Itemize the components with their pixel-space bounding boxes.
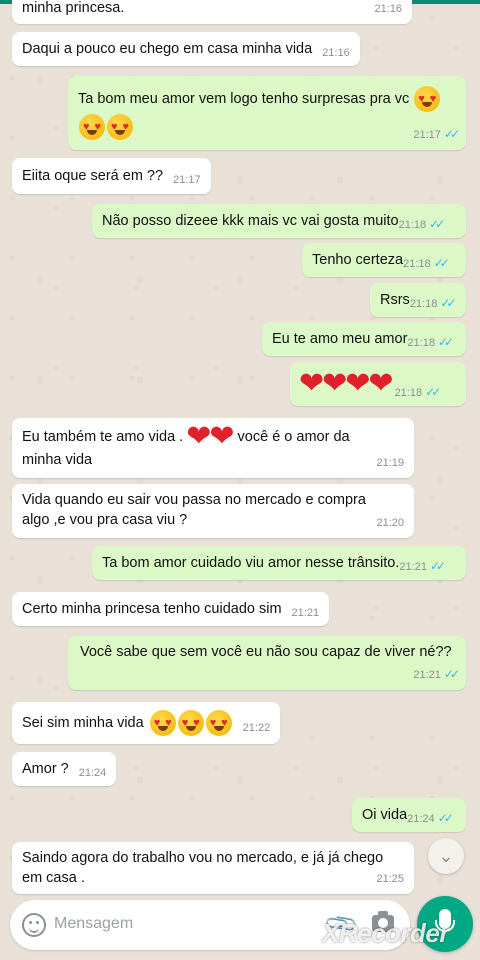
message-meta: 21:18 ✓✓ [398, 214, 446, 235]
message-meta: 21:18 ✓✓ [409, 293, 457, 314]
smiley-icon[interactable] [22, 913, 46, 937]
red-heart-emoji: ❤ [186, 420, 212, 453]
message-outgoing[interactable]: Rsrs 21:18 ✓✓ [370, 283, 466, 317]
message-meta: 21:18 ✓✓ [407, 332, 454, 353]
message-outgoing[interactable]: Tenho certeza 21:18 ✓✓ [302, 243, 466, 277]
message-time: 21:18 [394, 386, 423, 399]
double-check-icon: ✓✓ [437, 334, 454, 349]
message-text: Não posso dizeee kkk mais vc vai gosta m… [102, 213, 399, 229]
message-text-line2: em casa . [22, 870, 85, 886]
message-time: 21:22 [242, 722, 271, 734]
message-text: Tenho certeza [312, 252, 404, 268]
message-incoming[interactable]: Vida quando eu sair vou passa no mercado… [12, 484, 414, 538]
message-time: 21:18 [403, 257, 431, 270]
message-outgoing[interactable]: Ta bom amor cuidado viu amor nesse trâns… [92, 546, 466, 580]
message-time: 21:16 [322, 47, 350, 59]
message-text-continued: você é o amor da [237, 428, 350, 445]
red-heart-emoji: ❤ [368, 367, 394, 400]
double-check-icon: ✓✓ [443, 667, 460, 681]
red-heart-emoji: ❤ [209, 420, 235, 453]
message-text: Sei sim minha vida [22, 715, 144, 731]
message-incoming[interactable]: Sei sim minha vida 21:22 [12, 702, 281, 744]
double-check-icon: ✓✓ [429, 216, 445, 231]
message-text: Amor ? [22, 761, 69, 777]
heart-eyes-emoji [177, 710, 204, 736]
red-heart-emoji: ❤ [299, 367, 325, 400]
double-check-icon: ✓✓ [429, 558, 446, 573]
double-check-icon: ✓✓ [437, 810, 454, 825]
heart-eyes-emoji [414, 86, 441, 112]
double-check-icon: ✓✓ [443, 127, 460, 141]
double-chevron-down-icon[interactable]: ⌄ [428, 838, 464, 874]
red-heart-emoji: ❤ [322, 367, 348, 400]
message-time: 21:17 [413, 129, 441, 141]
double-check-icon: ✓✓ [440, 295, 456, 310]
message-incoming[interactable]: minha princesa. 21:16 [12, 0, 412, 24]
message-text-line2: algo ,e vou pra casa viu ? [22, 512, 188, 528]
message-time: 21:21 [413, 669, 441, 681]
double-check-icon: ✓✓ [425, 384, 441, 399]
message-incoming[interactable]: Eu também te amo vida . ❤❤ você é o amor… [12, 418, 414, 478]
message-text-line2: minha vida [22, 452, 93, 468]
heart-eyes-emoji [149, 710, 176, 736]
message-time: 21:24 [407, 812, 435, 825]
message-time: 21:18 [409, 297, 438, 310]
message-time: 21:21 [399, 560, 427, 573]
message-time: 21:18 [407, 336, 435, 349]
message-text: Ta bom meu amor vem logo tenho surpresas… [78, 90, 410, 107]
message-meta: 21:17 ✓✓ [413, 124, 460, 145]
chat-area[interactable]: minha princesa. 21:16 Daqui a pouco eu c… [0, 0, 480, 900]
message-time: 21:21 [291, 607, 320, 619]
message-outgoing[interactable]: ❤ ❤ ❤ ❤ 21:18 ✓✓ [290, 362, 466, 406]
message-time: 21:17 [173, 174, 201, 186]
heart-eyes-emoji [205, 710, 232, 736]
red-heart-emoji: ❤ [345, 367, 371, 400]
message-input-placeholder[interactable]: Mensagem [54, 915, 133, 933]
message-text: Oi vida [362, 807, 408, 823]
heart-eyes-emoji [107, 114, 133, 140]
message-time: 21:24 [78, 767, 107, 779]
message-incoming[interactable]: Daqui a pouco eu chego em casa minha vid… [12, 32, 360, 66]
message-time: 21:16 [374, 3, 402, 15]
message-outgoing[interactable]: Ta bom meu amor vem logo tenho surpresas… [68, 76, 466, 150]
message-time: 21:20 [376, 517, 404, 529]
message-time: 21:25 [376, 873, 404, 885]
message-incoming[interactable]: Certo minha princesa tenho cuidado sim 2… [12, 592, 330, 626]
message-outgoing[interactable]: Eu te amo meu amor 21:18 ✓✓ [262, 322, 466, 356]
message-text: minha princesa. [22, 0, 125, 16]
message-text: Eu também te amo vida . [22, 428, 184, 445]
message-meta: 21:18 ✓✓ [403, 253, 450, 274]
message-text: Ta bom amor cuidado viu amor nesse trâns… [102, 555, 400, 571]
message-meta: 21:24 ✓✓ [407, 808, 454, 829]
message-text: Você sabe que sem você eu não sou capaz … [80, 644, 452, 660]
message-meta: 21:18 ✓✓ [394, 382, 442, 403]
message-outgoing[interactable]: Você sabe que sem você eu não sou capaz … [68, 636, 466, 690]
message-text: Daqui a pouco eu chego em casa minha vid… [22, 41, 313, 57]
message-incoming[interactable]: Eiita oque será em ?? 21:17 [12, 158, 211, 194]
message-text: Certo minha princesa tenho cuidado sim [22, 601, 282, 617]
message-time: 21:18 [398, 218, 427, 231]
message-text: Vida quando eu sair vou passa no mercado… [22, 492, 366, 508]
message-outgoing[interactable]: Não posso dizeee kkk mais vc vai gosta m… [92, 204, 466, 238]
message-incoming[interactable]: Saindo agora do trabalho vou no mercado,… [12, 842, 414, 894]
message-time: 21:19 [376, 457, 404, 469]
message-text: Rsrs [380, 292, 410, 308]
message-meta: 21:21 ✓✓ [399, 556, 446, 577]
heart-eyes-emoji [79, 114, 105, 140]
message-meta: 21:21 ✓✓ [413, 664, 460, 685]
message-incoming[interactable]: Amor ? 21:24 [12, 752, 117, 786]
message-text: Eiita oque será em ?? [22, 168, 164, 184]
message-outgoing[interactable]: Oi vida 21:24 ✓✓ [352, 798, 466, 832]
double-check-icon: ✓✓ [433, 255, 450, 270]
recorder-watermark: XRecorder [322, 918, 450, 948]
message-text: Saindo agora do trabalho vou no mercado,… [22, 850, 384, 866]
message-text: Eu te amo meu amor [272, 331, 408, 347]
